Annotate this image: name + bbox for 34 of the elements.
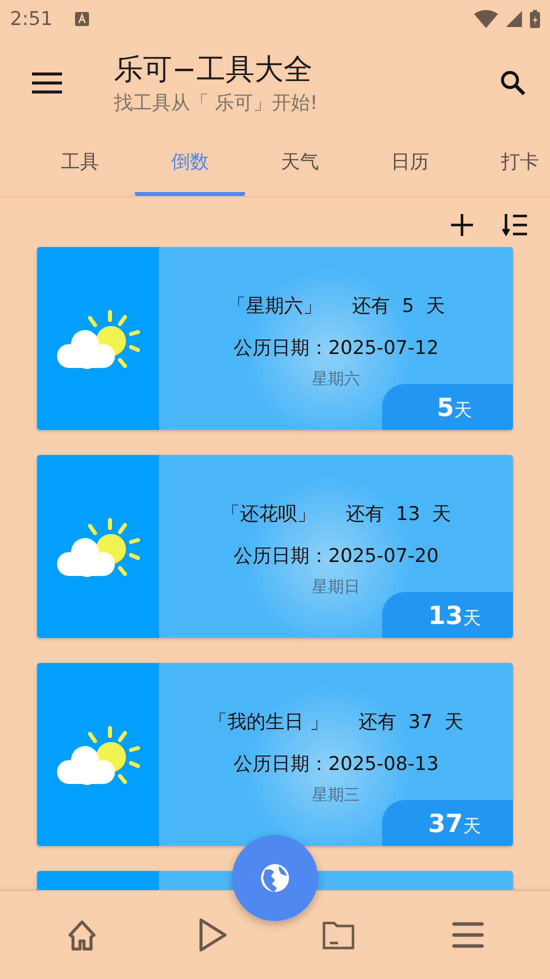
globe-icon — [259, 862, 291, 894]
tab[interactable]: 日历 — [355, 128, 465, 196]
tab[interactable]: 打卡 — [465, 128, 550, 196]
days-badge: 37天 — [382, 800, 513, 846]
partly-sunny-icon — [55, 724, 141, 786]
app-title: 乐可−工具大全 — [114, 51, 314, 88]
event-weekday: 星期三 — [312, 785, 360, 806]
days-remaining: 还有 5 天 — [352, 294, 446, 319]
event-name: 「星期六」 — [226, 294, 322, 319]
app-subtitle: 找工具从「 乐可」开始! — [114, 91, 319, 116]
keyboard-icon — [74, 12, 89, 26]
days-remaining: 还有 37 天 — [358, 710, 464, 735]
search-icon — [500, 70, 526, 96]
plus-icon — [450, 213, 474, 237]
event-weekday: 星期六 — [312, 369, 360, 390]
event-date: 公历日期：2025-07-12 — [233, 336, 439, 361]
wifi-icon — [474, 10, 498, 28]
days-remaining: 还有 13 天 — [346, 502, 452, 527]
event-weekday: 星期日 — [312, 577, 360, 598]
event-name: 「我的生日 」 — [208, 710, 328, 735]
signal-icon — [506, 11, 522, 27]
days-badge: 5天 — [382, 384, 513, 430]
tab[interactable]: 工具 — [25, 128, 135, 196]
partly-sunny-icon — [55, 516, 141, 578]
menu-icon — [32, 72, 62, 94]
status-time: 2:51 — [10, 8, 53, 30]
event-name: 「还花呗」 — [220, 502, 316, 527]
event-date: 公历日期：2025-07-20 — [233, 544, 439, 569]
battery-icon — [530, 10, 540, 28]
event-date: 公历日期：2025-08-13 — [233, 752, 439, 777]
sort-icon — [502, 213, 528, 237]
tab[interactable]: 天气 — [245, 128, 355, 196]
days-badge: 13天 — [382, 592, 513, 638]
partly-sunny-icon — [55, 308, 141, 370]
